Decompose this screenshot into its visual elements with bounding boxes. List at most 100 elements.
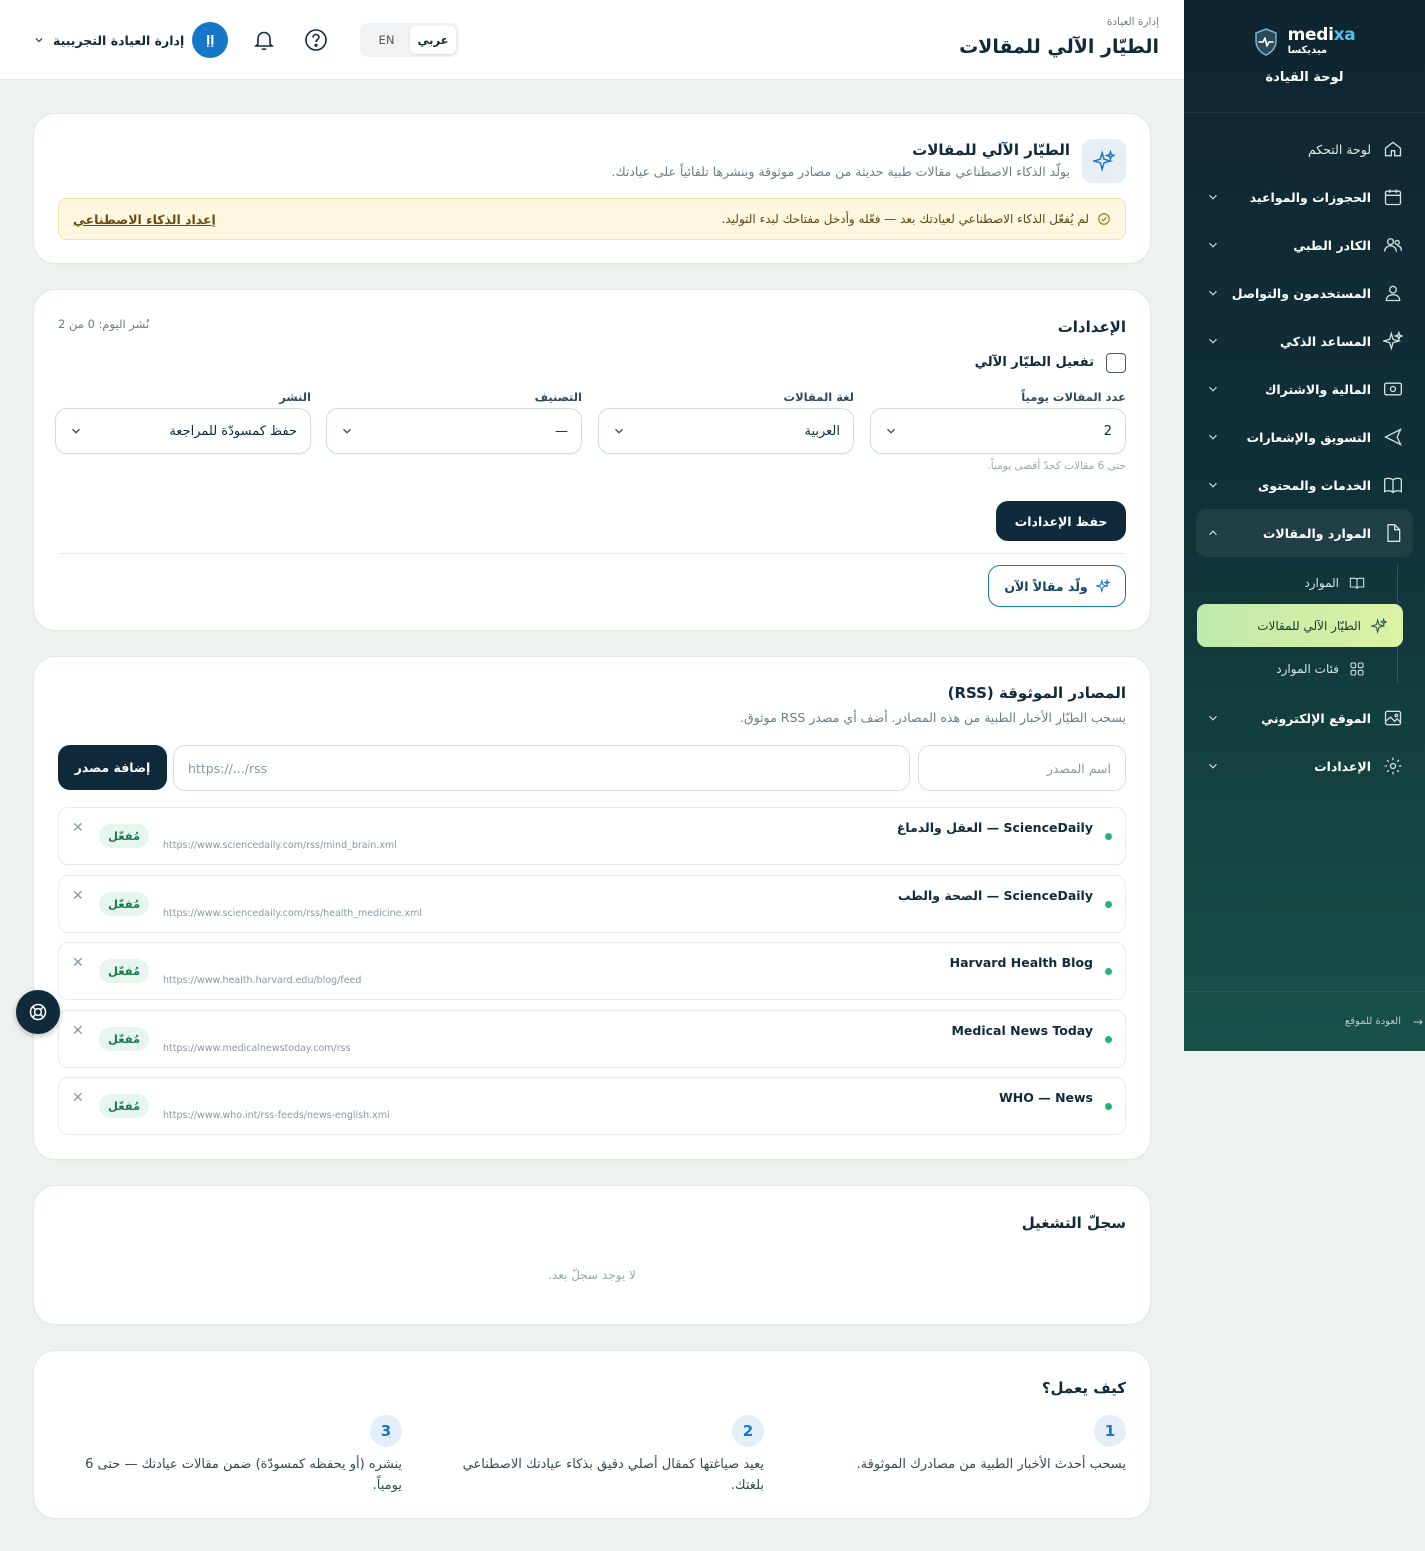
image-icon (1384, 710, 1402, 726)
generate-now-label: ولّد مقالاً الآن (1004, 578, 1088, 594)
lang-en-button[interactable]: EN (363, 26, 410, 54)
source-url-input[interactable]: https://.../rss (173, 745, 910, 791)
how-it-works-card: كيف يعمل؟ 1 يسحب أحدث الأخبار الطبية من … (33, 1350, 1151, 1519)
arrow-right-icon: → (1412, 1014, 1423, 1029)
sidebar-subitem-resource-categories[interactable]: فئات الموارد (1196, 647, 1413, 690)
ai-setup-link[interactable]: إعداد الذكاء الاصطناعي (73, 212, 216, 227)
sidebar-subitem-resources[interactable]: الموارد (1196, 561, 1413, 604)
close-icon[interactable]: ✕ (72, 1023, 84, 1039)
enable-autopilot-checkbox[interactable] (1106, 353, 1126, 373)
status-badge[interactable]: مُفعّل (99, 1094, 150, 1118)
sidebar-item-ai-assistant[interactable]: المساعد الذكي (1196, 317, 1413, 365)
file-icon (1387, 524, 1401, 542)
chevron-down-icon (1209, 763, 1217, 769)
brand-name: medixa (1287, 25, 1356, 45)
status-badge[interactable]: مُفعّل (99, 892, 150, 916)
sidebar-item-label: لوحة التحكم (1307, 141, 1371, 157)
back-to-site-link[interactable]: → العودة للموقع (1184, 991, 1425, 1051)
sidebar-item-label: الحجوزات والمواعيد (1249, 189, 1371, 205)
source-row: Harvard Health Blog https://www.health.h… (58, 942, 1126, 1000)
sidebar-item-website[interactable]: الموقع الإلكتروني (1196, 694, 1413, 742)
close-icon[interactable]: ✕ (72, 1090, 84, 1106)
step-text: يعيد صياغتها كمقال أصلي دقيق بذكاء عيادت… (462, 1457, 764, 1493)
publish-select[interactable]: حفظ كمسودّة للمراجعة (55, 408, 311, 454)
close-icon[interactable]: ✕ (72, 888, 84, 904)
status-badge[interactable]: مُفعّل (99, 1027, 150, 1051)
source-name-input[interactable]: اسم المصدر (918, 745, 1126, 791)
user-name: إدارة العيادة التجريبية (53, 32, 185, 48)
generate-now-button[interactable]: ولّد مقالاً الآن (988, 565, 1126, 607)
daily-count-select[interactable]: 2 (870, 408, 1126, 454)
category-select[interactable]: — (326, 408, 582, 454)
sparkle-icon (1371, 617, 1387, 634)
run-log-card: سجلّ التشغيل لا يوجد سجلّ بعد. (33, 1185, 1151, 1325)
chevron-up-icon (1209, 530, 1217, 536)
hero-card: الطيّار الآلي للمقالات يولّد الذكاء الاص… (33, 113, 1151, 264)
sidebar-item-medical-staff[interactable]: الكادر الطبي (1196, 221, 1413, 269)
source-row: WHO — News https://www.who.int/rss-feeds… (58, 1077, 1126, 1135)
sidebar-subitem-label: الطيّار الآلي للمقالات (1257, 618, 1361, 633)
sidebar-item-dashboard[interactable]: لوحة التحكم (1196, 125, 1413, 173)
sidebar-item-users[interactable]: المستخدمون والتواصل (1196, 269, 1413, 317)
source-url: https://www.health.harvard.edu/blog/feed (163, 975, 362, 986)
sparkle-icon (1082, 139, 1126, 183)
book-open-icon (1349, 577, 1365, 589)
hero-title: الطيّار الآلي للمقالات (912, 141, 1070, 159)
user-menu[interactable]: إدارة العيادة التجريبية إإ (33, 22, 229, 58)
calendar-icon (1384, 189, 1402, 206)
sidebar-item-marketing[interactable]: التسويق والإشعارات (1196, 413, 1413, 461)
source-row: ScienceDaily — العقل والدماغ https://www… (58, 807, 1126, 865)
save-settings-button[interactable]: حفظ الإعدادات (996, 501, 1126, 541)
sidebar-subitem-article-autopilot[interactable]: الطيّار الآلي للمقالات (1197, 604, 1403, 647)
sparkle-icon (1095, 579, 1110, 593)
settings-card: الإعدادات نُشر اليوم: 0 من 2 تفعيل الطيّ… (33, 289, 1151, 631)
lang-ar-button[interactable]: عربي (409, 26, 457, 54)
sidebar-nav: لوحة التحكم الحجوزات والمواعيد الكادر ال… (1184, 113, 1425, 790)
sidebar-item-resources[interactable]: الموارد والمقالات (1196, 509, 1413, 557)
sidebar-item-label: الموارد والمقالات (1262, 525, 1371, 541)
shield-logo-icon (1254, 27, 1277, 56)
back-to-site-label: العودة للموقع (1344, 1016, 1401, 1027)
close-icon[interactable]: ✕ (72, 955, 84, 971)
breadcrumb[interactable]: إدارة العيادة (1107, 16, 1159, 28)
publish-label: النشر (279, 390, 311, 404)
help-icon[interactable] (304, 28, 328, 52)
sidebar-item-settings[interactable]: الإعدادات (1196, 742, 1413, 790)
brand: medixa ميديكسا لوحة القيادة (1184, 0, 1425, 113)
chevron-down-icon (343, 428, 351, 434)
chevron-down-icon (1209, 194, 1217, 200)
add-source-button[interactable]: إضافة مصدر (58, 745, 167, 790)
language-switcher: EN عربي (360, 23, 460, 57)
source-url: https://www.who.int/rss-feeds/news-engli… (163, 1110, 390, 1121)
status-badge[interactable]: مُفعّل (99, 959, 150, 983)
sidebar-subitem-label: فئات الموارد (1276, 661, 1339, 676)
gear-icon (1384, 757, 1402, 775)
status-badge[interactable]: مُفعّل (99, 824, 150, 848)
status-dot (1105, 1103, 1112, 1110)
sidebar-item-services[interactable]: الخدمات والمحتوى (1196, 461, 1413, 509)
sidebar-item-label: الخدمات والمحتوى (1257, 477, 1371, 493)
source-url: https://www.medicalnewstoday.com/rss (163, 1043, 351, 1054)
language-select[interactable]: العربية (598, 408, 854, 454)
source-row: ScienceDaily — الصحة والطب https://www.s… (58, 875, 1126, 933)
floating-accessibility-button[interactable] (16, 990, 60, 1034)
source-name: Harvard Health Blog (949, 955, 1093, 970)
enable-autopilot-label[interactable]: تفعيل الطيّار الآلي (975, 355, 1094, 370)
chevron-down-icon (1209, 290, 1217, 296)
source-row: Medical News Today https://www.medicalne… (58, 1010, 1126, 1068)
close-icon[interactable]: ✕ (72, 820, 84, 836)
sidebar-item-finance[interactable]: المالية والاشتراك (1196, 365, 1413, 413)
brand-name-arabic: ميديكسا (1287, 45, 1328, 56)
avatar: إإ (192, 22, 229, 58)
info-circle-icon (1098, 213, 1110, 225)
lifebuoy-icon (29, 1003, 47, 1021)
rss-sources-card: المصادر الموثوقة (RSS) يسحب الطيّار الأخ… (33, 656, 1151, 1160)
sidebar-item-bookings[interactable]: الحجوزات والمواعيد (1196, 173, 1413, 221)
resources-submenu: الموارد الطيّار الآلي للمقالات فئات المو… (1196, 557, 1413, 694)
user-icon (1385, 285, 1401, 302)
bell-icon[interactable] (252, 28, 276, 52)
divider (58, 553, 1126, 554)
source-name: WHO — News (998, 1090, 1093, 1105)
chevron-down-icon (1209, 434, 1217, 440)
sidebar: medixa ميديكسا لوحة القيادة لوحة التحكم … (1184, 0, 1425, 1051)
